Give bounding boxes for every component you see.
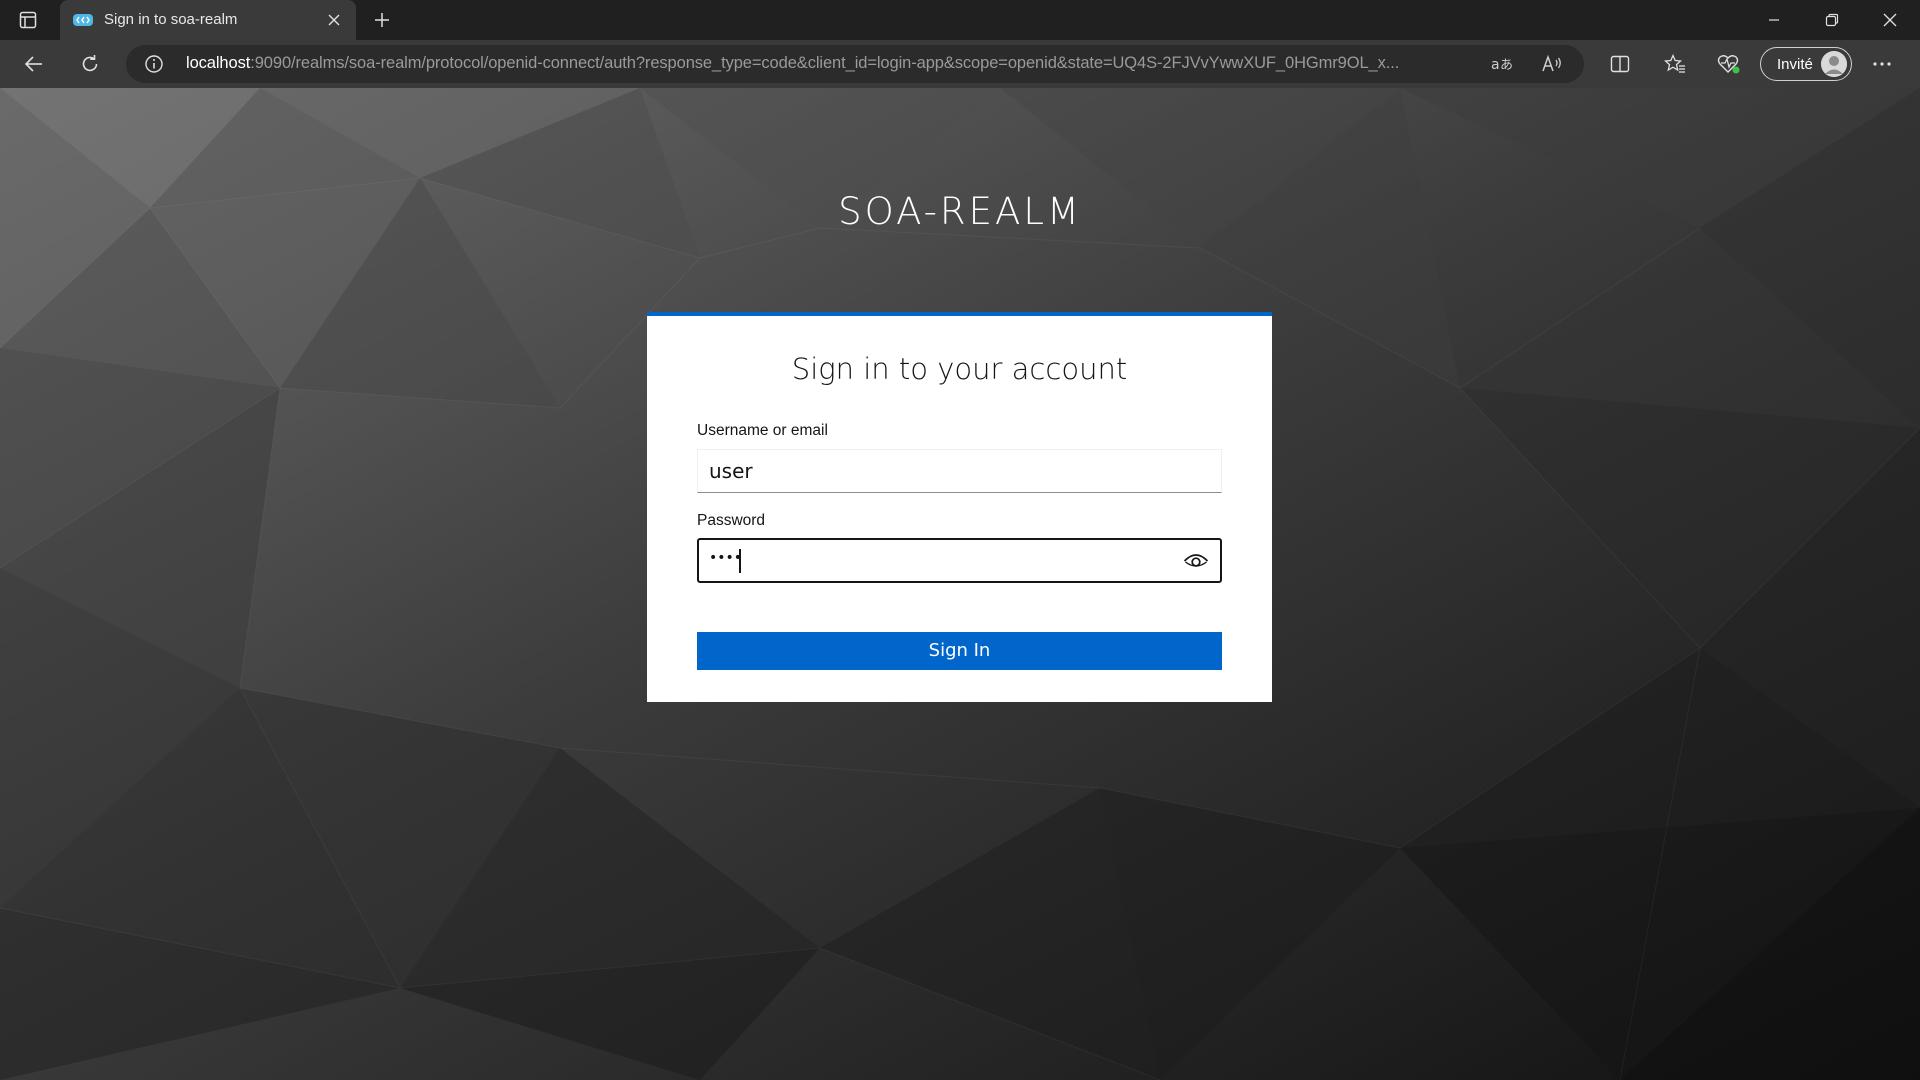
password-mask: •••• [709,550,743,566]
refresh-icon[interactable] [74,48,106,80]
info-icon[interactable] [144,54,164,74]
more-icon[interactable] [1868,50,1896,78]
sign-in-button[interactable]: Sign In [697,632,1222,670]
realm-title: SOA-REALM [838,190,1082,233]
address-bar[interactable]: localhost:9090/realms/soa-realm/protocol… [126,45,1584,83]
favorites-icon[interactable] [1661,50,1689,78]
tab-actions-icon[interactable] [16,8,40,32]
browser-tab[interactable]: Sign in to soa-realm [60,0,356,40]
profile-button[interactable]: Invité [1760,47,1852,81]
translate-icon[interactable]: a あ [1490,52,1514,76]
browser-toolbar: localhost:9090/realms/soa-realm/protocol… [0,40,1920,88]
url-text[interactable]: localhost:9090/realms/soa-realm/protocol… [186,54,1476,73]
minimize-icon[interactable] [1746,0,1802,40]
page-viewport: SOA-REALM Sign in to your account Userna… [0,88,1920,1080]
close-icon[interactable] [322,8,346,32]
password-label: Password [697,512,766,529]
browser-favicon [72,11,94,29]
svg-text:あ: あ [1500,58,1513,73]
tab-title: Sign in to soa-realm [104,11,238,28]
text-caret [739,549,741,573]
username-label: Username or email [697,422,828,439]
eye-icon[interactable] [1182,548,1210,574]
url-path: :9090/realms/soa-realm/protocol/openid-c… [250,54,1400,72]
password-field[interactable]: •••• [697,538,1222,583]
login-card: Sign in to your account Username or emai… [647,312,1272,702]
restore-icon[interactable] [1804,0,1860,40]
username-field[interactable]: user [697,449,1222,493]
svg-text:a: a [1491,57,1500,73]
read-aloud-icon[interactable] [1540,52,1564,76]
browser-tab-bar: Sign in to soa-realm [0,0,1920,40]
profile-label: Invité [1777,56,1813,73]
page-title: Sign in to your account [791,352,1128,386]
back-arrow-icon[interactable] [18,48,50,80]
url-host: localhost [186,54,251,72]
browser-essentials-icon[interactable] [1715,50,1743,78]
plus-icon[interactable] [368,6,396,34]
split-screen-icon[interactable] [1606,50,1634,78]
window-close-icon[interactable] [1862,0,1918,40]
avatar-icon [1821,51,1847,77]
